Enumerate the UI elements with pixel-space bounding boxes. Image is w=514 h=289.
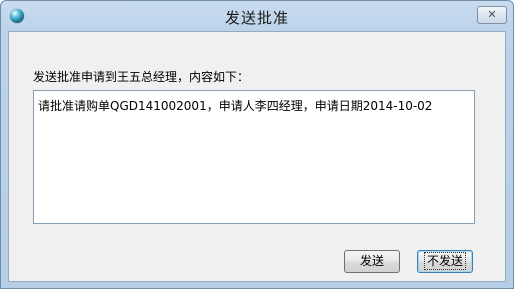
close-icon[interactable]: ✕ [477,6,507,24]
content-textarea[interactable]: 请批准请购单QGD141002001，申请人李四经理，申请日期2014-10-0… [33,90,475,224]
prompt-label: 发送批准申请到王五总经理，内容如下： [33,70,250,84]
no-send-button[interactable]: 不发送 [417,250,473,273]
dialog-window: 发送批准 ✕ 发送批准申请到王五总经理，内容如下： 请批准请购单QGD14100… [0,0,514,289]
no-send-label: 不发送 [423,252,467,270]
title-bar[interactable]: 发送批准 ✕ [1,1,513,31]
dialog-body: 发送批准申请到王五总经理，内容如下： 请批准请购单QGD141002001，申请… [8,31,506,282]
window-title: 发送批准 [224,9,289,27]
send-button[interactable]: 发送 [344,250,400,273]
